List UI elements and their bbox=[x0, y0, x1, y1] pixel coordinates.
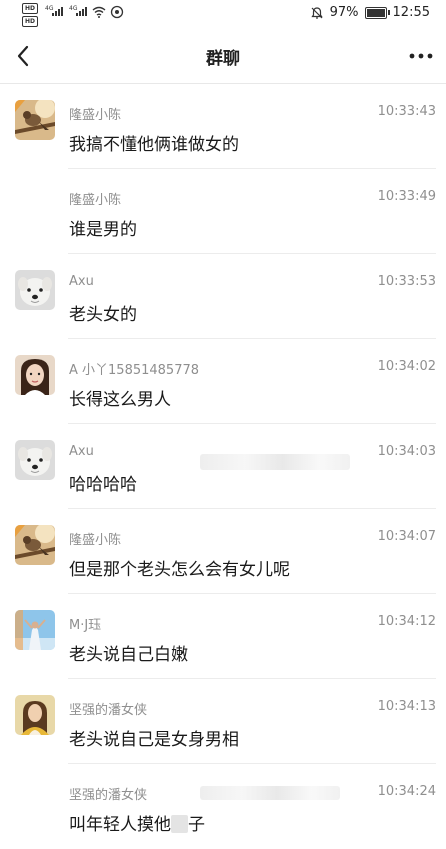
message-time: 10:34:07 bbox=[377, 529, 436, 544]
message-time: 10:34:02 bbox=[377, 359, 436, 374]
page-title: 群聊 bbox=[206, 49, 240, 69]
message-text: 谁是男的 bbox=[69, 220, 137, 240]
sender-name: A 小丫15851485778 bbox=[69, 363, 200, 378]
mute-bell-icon bbox=[311, 6, 323, 19]
sim-indicators: HD HD bbox=[22, 3, 38, 29]
redaction-blur bbox=[200, 786, 340, 800]
message-text: 我搞不懂他俩谁做女的 bbox=[69, 135, 239, 155]
lady-avatar[interactable] bbox=[15, 695, 55, 735]
message-text: 叫年轻人摸他子 bbox=[69, 810, 205, 835]
message-time: 10:34:13 bbox=[377, 699, 436, 714]
message-text: 老头女的 bbox=[69, 305, 137, 325]
message-list: 隆盛小陈 10:33:43 我搞不懂他俩谁做女的 隆盛小陈 10:33:49 谁… bbox=[0, 84, 446, 849]
sender-name: 坚强的潘女侠 bbox=[69, 703, 148, 718]
dog-avatar[interactable] bbox=[15, 440, 55, 480]
message-text: 哈哈哈哈 bbox=[69, 475, 137, 495]
message-row[interactable]: 隆盛小陈 10:33:43 我搞不懂他俩谁做女的 bbox=[0, 84, 446, 169]
message-row[interactable]: Axu 10:34:03 哈哈哈哈 bbox=[0, 424, 446, 509]
bird-avatar[interactable] bbox=[15, 525, 55, 565]
sender-name: Axu bbox=[69, 274, 94, 289]
message-time: 10:33:43 bbox=[377, 104, 436, 119]
message-row[interactable]: M·J珏 10:34:12 老头说自己白嫩 bbox=[0, 594, 446, 679]
message-row[interactable]: 隆盛小陈 10:34:07 但是那个老头怎么会有女儿呢 bbox=[0, 509, 446, 594]
redaction-blur bbox=[200, 454, 350, 470]
sender-name: 隆盛小陈 bbox=[69, 193, 122, 208]
nav-bar: 群聊 bbox=[0, 28, 446, 84]
girl-avatar[interactable] bbox=[15, 355, 55, 395]
dog-avatar[interactable] bbox=[15, 270, 55, 310]
status-bar: HD HD 4G 4G 97% 12:55 bbox=[0, 0, 446, 28]
sender-name: 隆盛小陈 bbox=[69, 108, 122, 123]
message-time: 10:33:53 bbox=[377, 274, 436, 289]
hd-badge-icon: HD bbox=[22, 3, 38, 14]
battery-icon bbox=[364, 6, 390, 19]
message-row[interactable]: 坚强的潘女侠 10:34:24 叫年轻人摸他子 bbox=[0, 764, 446, 849]
signal-strength-icon bbox=[52, 7, 63, 16]
message-row[interactable]: 隆盛小陈 10:33:49 谁是男的 bbox=[0, 169, 446, 254]
message-time: 10:33:49 bbox=[377, 189, 436, 204]
sender-name: 坚强的潘女侠 bbox=[69, 788, 148, 803]
message-time: 10:34:24 bbox=[377, 784, 436, 799]
hd-badge-icon: HD bbox=[22, 16, 38, 27]
sender-name: 隆盛小陈 bbox=[69, 533, 122, 548]
message-text: 但是那个老头怎么会有女儿呢 bbox=[69, 560, 290, 580]
message-row[interactable]: A 小丫15851485778 10:34:02 长得这么男人 bbox=[0, 339, 446, 424]
wifi-icon bbox=[92, 6, 106, 18]
bird-avatar[interactable] bbox=[15, 100, 55, 140]
sync-icon bbox=[110, 5, 124, 19]
message-time: 10:34:03 bbox=[377, 444, 436, 459]
battery-percent: 97% bbox=[329, 5, 359, 20]
message-text: 长得这么男人 bbox=[69, 390, 171, 410]
message-text-tail: 子 bbox=[188, 815, 205, 835]
sky-avatar[interactable] bbox=[15, 610, 55, 650]
signal-strength-icon bbox=[76, 7, 87, 16]
message-text-visible: 叫年轻人摸他 bbox=[69, 815, 171, 835]
more-dots-icon[interactable] bbox=[408, 46, 434, 66]
message-text: 老头说自己是女身男相 bbox=[69, 730, 239, 750]
status-right: 97% 12:55 bbox=[310, 5, 430, 20]
sender-name: Axu bbox=[69, 444, 94, 459]
message-row[interactable]: 坚强的潘女侠 10:34:13 老头说自己是女身男相 bbox=[0, 679, 446, 764]
message-text: 老头说自己白嫩 bbox=[69, 645, 188, 665]
redaction-blur bbox=[171, 815, 188, 833]
clock: 12:55 bbox=[392, 5, 430, 20]
sender-name: M·J珏 bbox=[69, 618, 102, 633]
message-row[interactable]: Axu 10:33:53 老头女的 bbox=[0, 254, 446, 339]
message-time: 10:34:12 bbox=[377, 614, 436, 629]
